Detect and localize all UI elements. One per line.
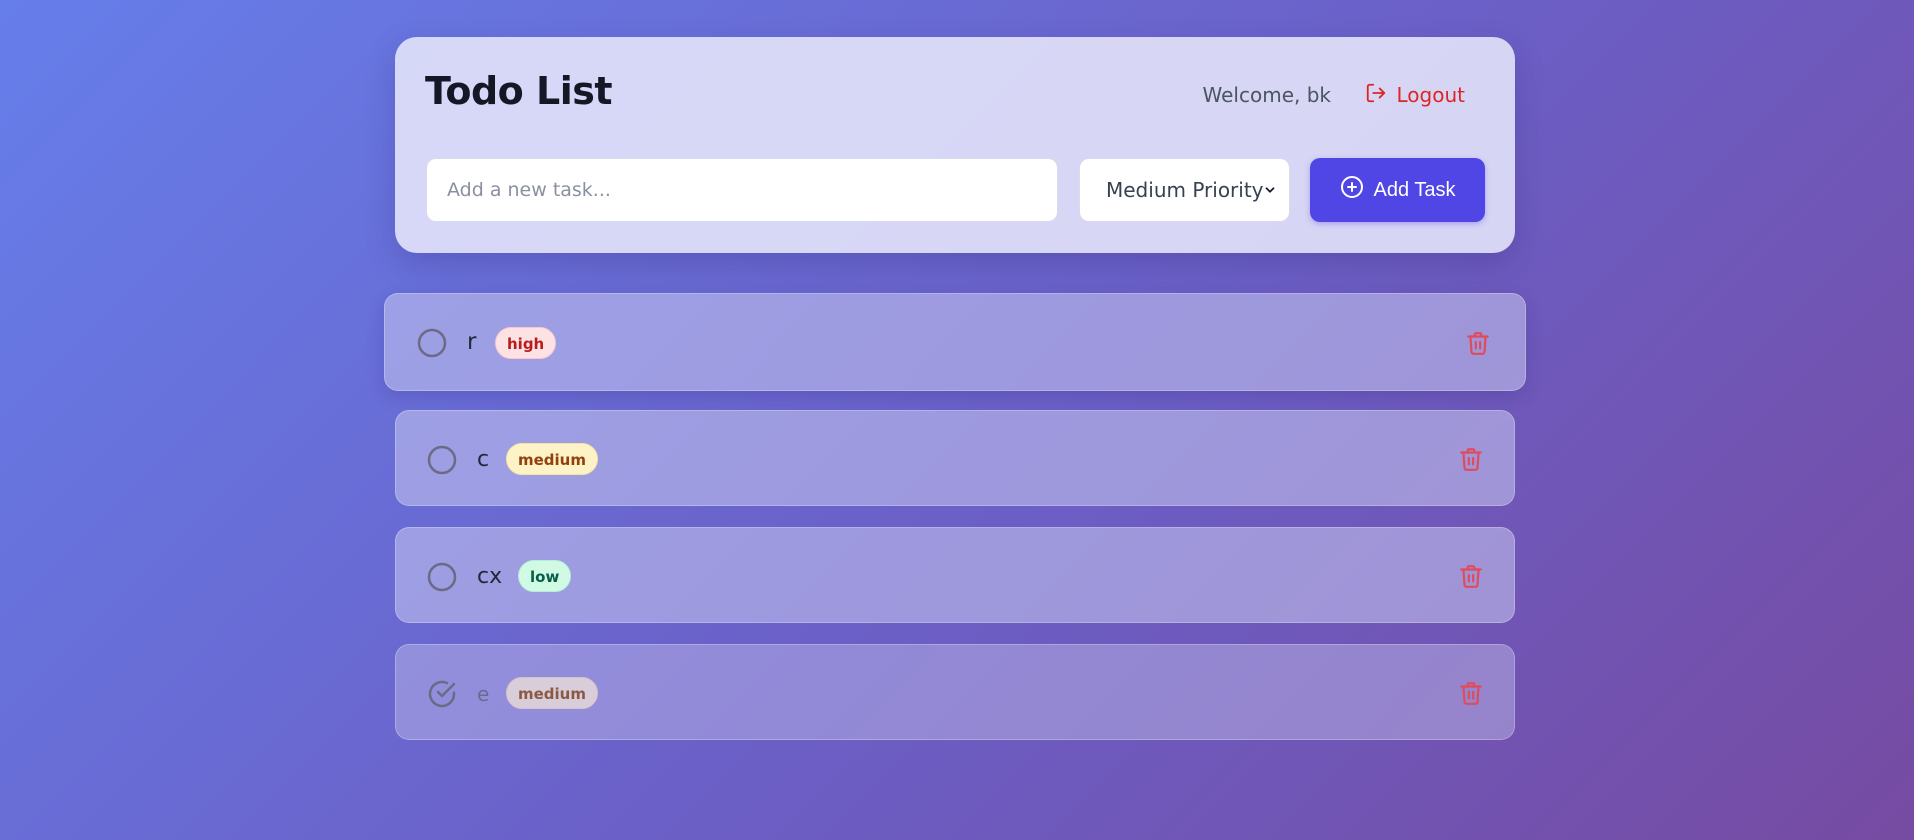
todo-item: cx low bbox=[395, 527, 1515, 623]
logout-button[interactable]: Logout bbox=[1365, 80, 1465, 110]
todo-item: e medium bbox=[395, 644, 1515, 740]
circle-icon bbox=[427, 562, 457, 592]
todo-checkbox[interactable] bbox=[427, 445, 457, 475]
circle-icon bbox=[417, 328, 447, 358]
todo-checkbox[interactable] bbox=[427, 679, 457, 709]
priority-selected-value: Medium Priority bbox=[1106, 178, 1264, 202]
todo-text: e bbox=[477, 682, 490, 706]
delete-button[interactable] bbox=[1465, 330, 1491, 356]
todo-item: c medium bbox=[395, 410, 1515, 506]
todo-item: r high bbox=[384, 293, 1526, 391]
add-task-button[interactable]: Add Task bbox=[1310, 158, 1485, 222]
priority-select[interactable]: Medium Priority bbox=[1079, 158, 1290, 222]
todo-checkbox[interactable] bbox=[427, 562, 457, 592]
priority-badge: high bbox=[495, 327, 557, 359]
todo-text: r bbox=[467, 329, 477, 355]
priority-badge: low bbox=[518, 560, 572, 592]
priority-badge: medium bbox=[506, 677, 598, 709]
trash-icon bbox=[1460, 448, 1482, 471]
delete-button[interactable] bbox=[1458, 680, 1484, 706]
logout-icon bbox=[1365, 82, 1387, 109]
delete-button[interactable] bbox=[1458, 446, 1484, 472]
todo-text: c bbox=[477, 447, 490, 472]
trash-icon bbox=[1460, 682, 1482, 705]
header-card: Todo List Welcome, bk Logout Medium Prio… bbox=[395, 37, 1515, 253]
todo-text: cx bbox=[477, 564, 503, 589]
add-task-label: Add Task bbox=[1373, 178, 1456, 201]
delete-button[interactable] bbox=[1458, 563, 1484, 589]
chevron-down-icon bbox=[1265, 187, 1275, 193]
priority-badge: medium bbox=[506, 443, 598, 475]
trash-icon bbox=[1460, 565, 1482, 588]
page-title: Todo List bbox=[425, 69, 613, 113]
todo-checkbox[interactable] bbox=[417, 328, 447, 358]
plus-circle-icon bbox=[1340, 175, 1364, 205]
trash-icon bbox=[1467, 332, 1489, 355]
welcome-text: Welcome, bk bbox=[1202, 83, 1331, 107]
check-circle-icon bbox=[428, 680, 456, 708]
new-task-input[interactable] bbox=[426, 158, 1058, 222]
circle-icon bbox=[427, 445, 457, 475]
logout-label: Logout bbox=[1396, 83, 1465, 107]
